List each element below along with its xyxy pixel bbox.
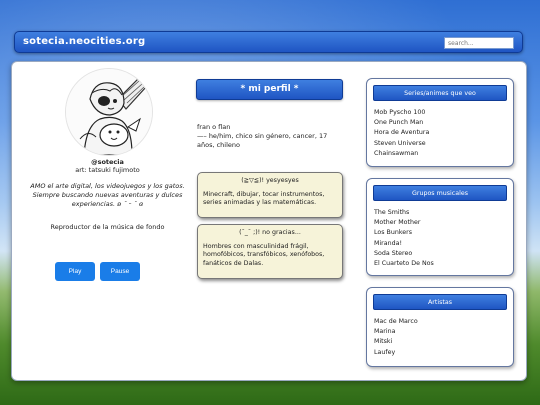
list-item: Miranda!	[374, 239, 403, 247]
list-item: Mac de Marco	[374, 318, 418, 325]
music-player-label: Reproductor de la música de fondo	[50, 223, 165, 232]
avatar	[65, 68, 153, 156]
profile-sidebar: @sotecia art: tatsuki fujimoto AMO el ar…	[20, 158, 195, 231]
dislikes-title: (¯_¯ ;)! no gracias...	[239, 229, 301, 236]
likes-text: Minecraft, dibujar, tocar instrumentos, …	[203, 190, 325, 207]
bands-panel-title: Grupos musicales	[373, 185, 507, 201]
profile-heading: * mi perfil *	[196, 79, 343, 100]
profile-description: fran o flan —– he/him, chico sin género,…	[197, 123, 345, 150]
list-item: Mitski	[374, 338, 393, 346]
bands-list: The Smiths Mother Mother Los Bunkers Mir…	[374, 208, 434, 269]
series-panel-title: Series/animes que veo	[373, 85, 507, 101]
likes-note: (≧▽≦)! yesyesyes Minecraft, dibujar, toc…	[197, 172, 343, 218]
series-list: Mob Pyscho 100 One Punch Man Hora de Ave…	[374, 108, 429, 159]
avatar-illustration	[66, 69, 152, 155]
site-header: sotecia.neocities.org	[14, 31, 523, 53]
user-handle: @sotecia	[91, 158, 124, 166]
list-item: El Cuarteto De Nos	[374, 260, 434, 268]
bands-panel: Grupos musicales The Smiths Mother Mothe…	[366, 178, 514, 276]
list-item: Mob Pyscho 100	[374, 109, 426, 116]
list-item: Marina	[374, 328, 396, 336]
list-item: Los Bunkers	[374, 229, 412, 237]
likes-title: (≧▽≦)! yesyesyes	[241, 177, 299, 184]
list-item: Chainsawman	[374, 149, 419, 157]
list-item: Laufey	[374, 348, 396, 356]
artists-panel: Artistas Mac de Marco Marina Mitski Lauf…	[366, 287, 514, 367]
list-item: Hora de Aventura	[374, 129, 430, 137]
list-item: The Smiths	[374, 209, 410, 216]
bio-text: AMO el arte digital, los videojuegos y l…	[30, 182, 185, 208]
art-credit: art: tatsuki fujimoto	[75, 166, 140, 174]
search-input[interactable]	[444, 37, 514, 49]
artists-panel-title: Artistas	[373, 294, 507, 310]
profile-name-line: fran o flan	[197, 123, 231, 131]
dislikes-note: (¯_¯ ;)! no gracias... Hombres con mascu…	[197, 224, 343, 279]
profile-identity-line: —– he/him, chico sin género, cancer, 17 …	[197, 132, 328, 150]
artists-list: Mac de Marco Marina Mitski Laufey	[374, 317, 418, 358]
list-item: Steven Universe	[374, 139, 426, 147]
site-title[interactable]: sotecia.neocities.org	[23, 36, 145, 47]
dislikes-text: Hombres con masculinidad frágil, homofób…	[203, 242, 325, 267]
list-item: One Punch Man	[374, 119, 424, 127]
pause-button[interactable]: Pause	[100, 262, 140, 281]
list-item: Mother Mother	[374, 219, 421, 227]
series-panel: Series/animes que veo Mob Pyscho 100 One…	[366, 78, 514, 167]
list-item: Soda Stereo	[374, 249, 413, 257]
play-button[interactable]: Play	[55, 262, 95, 281]
